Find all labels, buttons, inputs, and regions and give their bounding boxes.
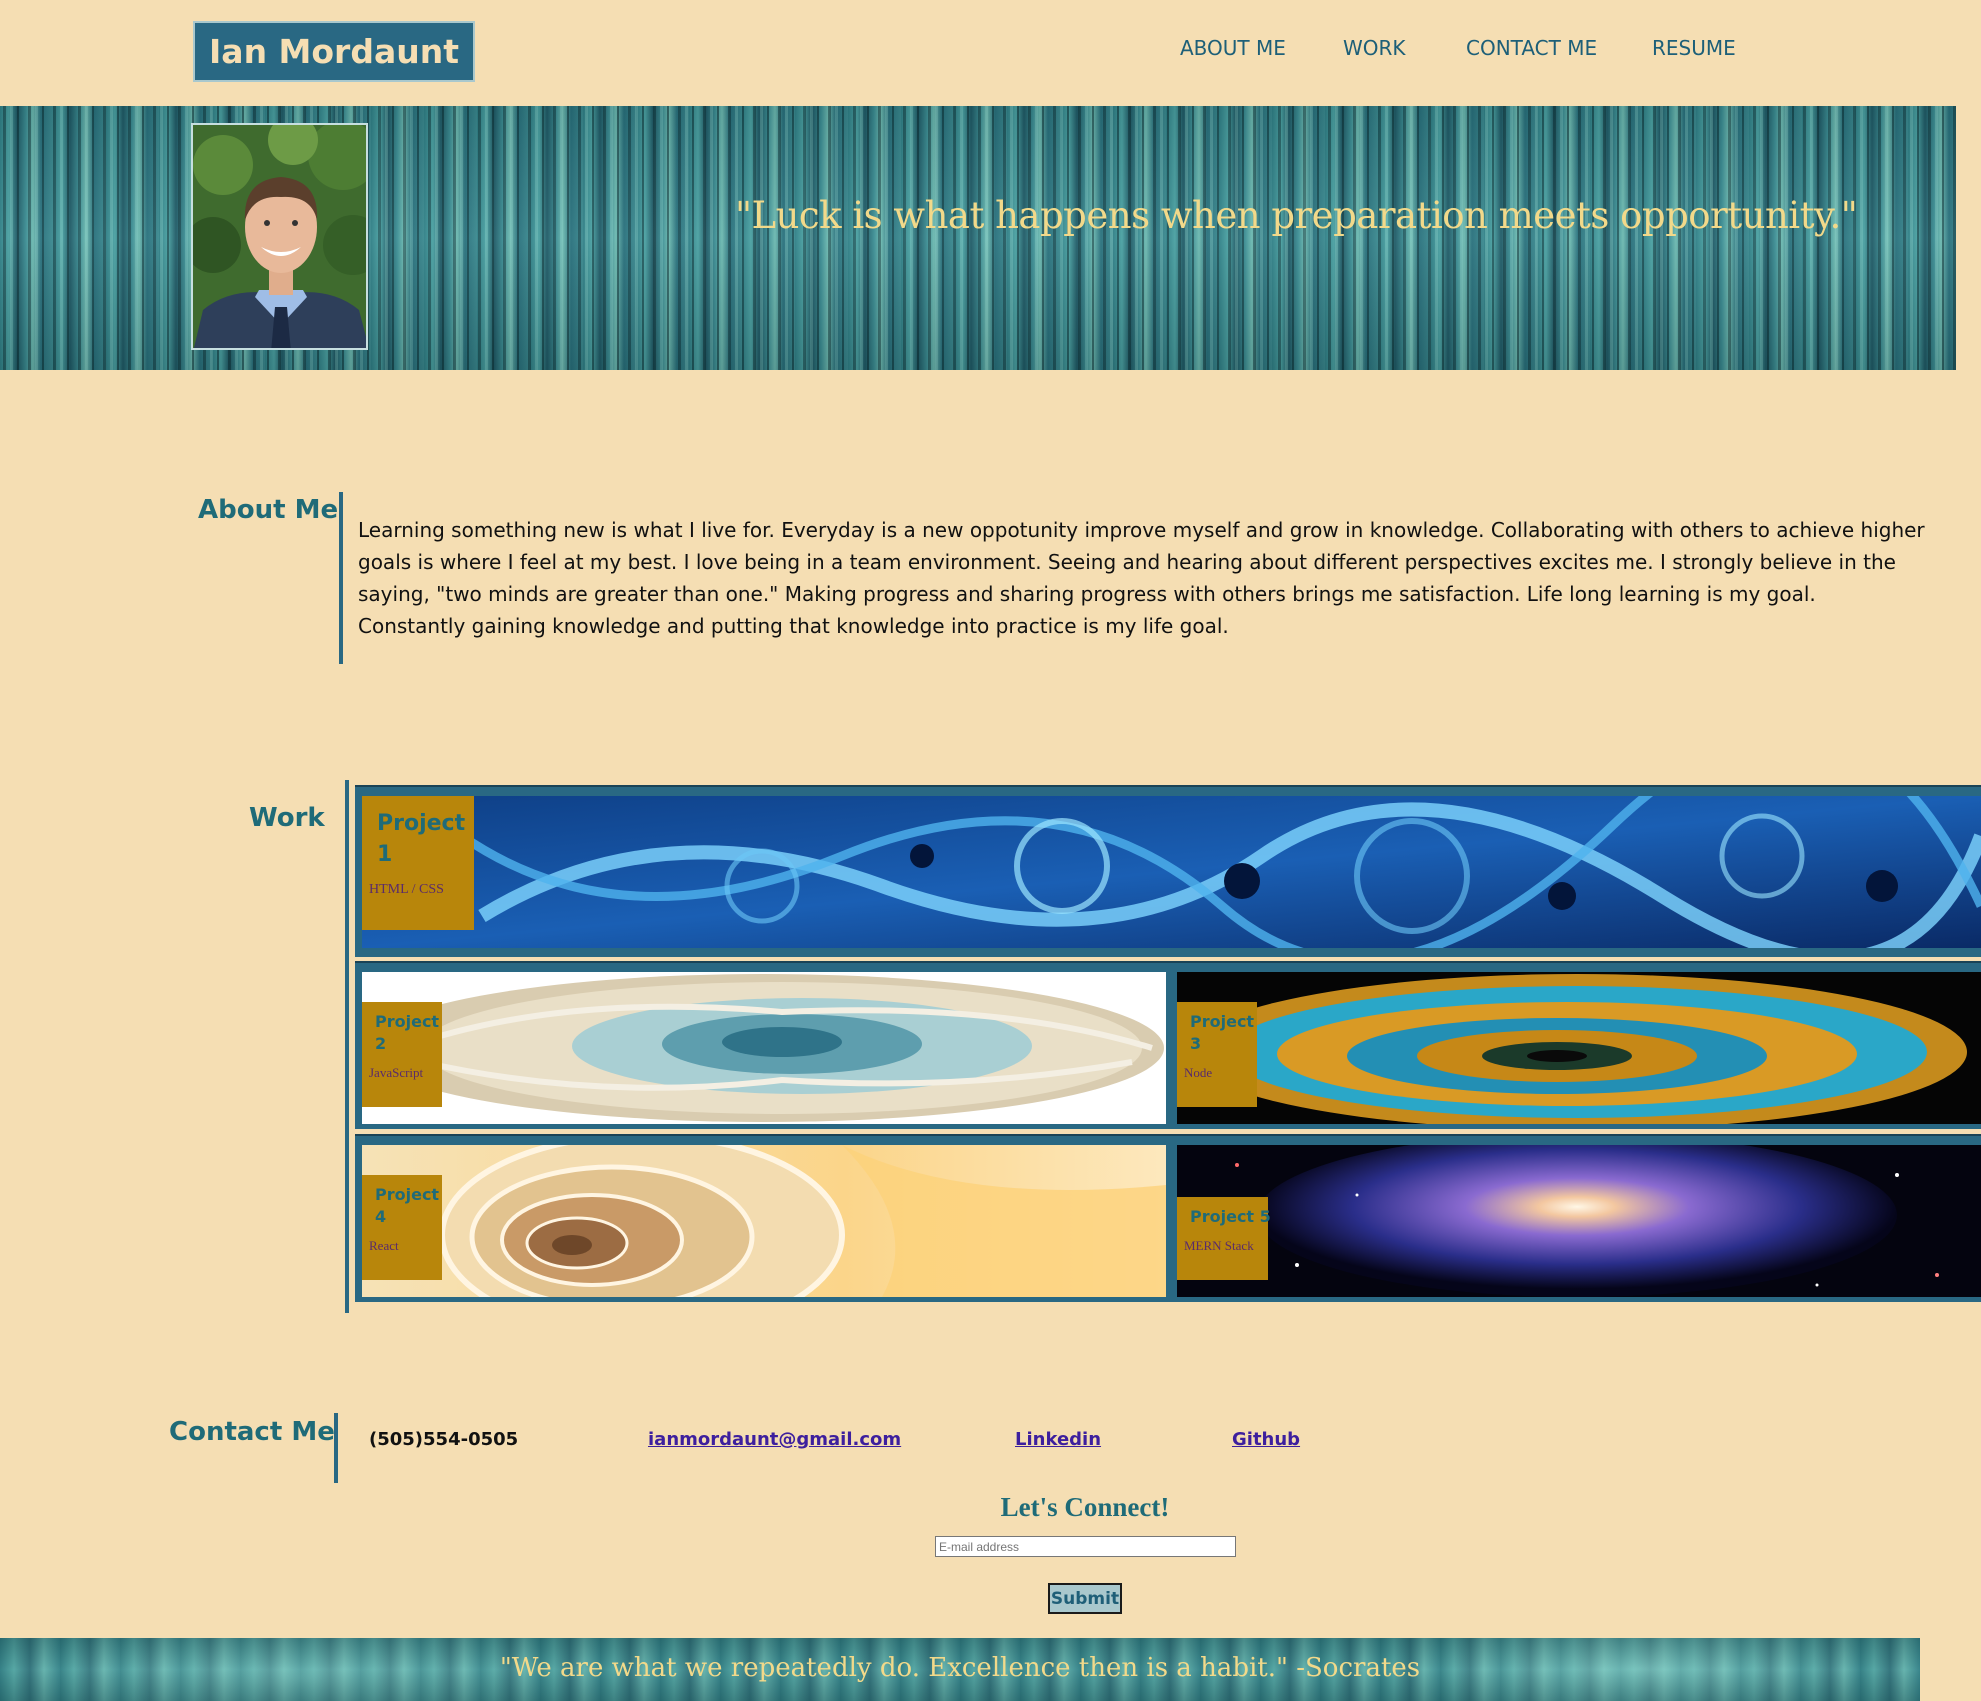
footer-quote: "We are what we repeatedly do. Excellenc…: [499, 1653, 1421, 1683]
contact-phone: (505)554-0505: [369, 1429, 519, 1450]
work-row-3: Project 4 React Project 5 MERN Stack: [355, 1134, 1981, 1302]
contact-divider: [334, 1413, 338, 1483]
project-3-tech: Node: [1184, 1065, 1213, 1080]
about-text: Learning something new is what I live fo…: [358, 518, 1925, 638]
work-divider: [345, 780, 349, 1313]
contact-title: Contact Me: [169, 1417, 335, 1447]
project-4-card[interactable]: Project 4 React: [362, 1145, 1166, 1297]
project-2-image: [362, 972, 1166, 1124]
nav-about-me[interactable]: ABOUT ME: [1180, 36, 1286, 60]
project-4-label: Project 4 React: [362, 1175, 442, 1280]
project-1-label: Project 1 HTML / CSS: [362, 796, 474, 930]
project-2-tech: JavaScript: [369, 1065, 424, 1080]
project-5-card[interactable]: Project 5 MERN Stack: [1177, 1145, 1981, 1297]
nav-contact-me[interactable]: CONTACT ME: [1466, 36, 1597, 60]
project-5-tech: MERN Stack: [1184, 1238, 1254, 1253]
project-1-tech: HTML / CSS: [369, 882, 444, 897]
project-5-image: [1177, 1145, 1981, 1297]
project-1-card[interactable]: Project 1 HTML / CSS: [362, 796, 1981, 948]
project-2-card[interactable]: Project 2 JavaScript: [362, 972, 1166, 1124]
submit-button[interactable]: Submit: [1048, 1583, 1122, 1614]
site-logo[interactable]: Ian Mordaunt: [193, 21, 475, 82]
project-2-title: Project 2: [375, 1012, 440, 1053]
project-3-label: Project 3 Node: [1177, 1002, 1257, 1107]
contact-email-link[interactable]: ianmordaunt@gmail.com: [648, 1429, 901, 1450]
hero-banner: "Luck is what happens when preparation m…: [0, 106, 1956, 370]
project-1-title: Project 1: [377, 811, 466, 867]
nav-work[interactable]: WORK: [1343, 36, 1406, 60]
connect-title: Let's Connect!: [1000, 1492, 1170, 1522]
contact-linkedin-link[interactable]: Linkedin: [1015, 1429, 1101, 1450]
project-5-label: Project 5 MERN Stack: [1177, 1197, 1271, 1280]
project-5-title: Project 5: [1190, 1207, 1271, 1226]
project-3-image: [1177, 972, 1981, 1124]
project-4-title: Project 4: [375, 1185, 440, 1226]
about-divider: [339, 492, 343, 664]
project-4-image: [362, 1145, 1166, 1297]
project-4-tech: React: [369, 1238, 399, 1253]
about-title: About Me: [198, 495, 339, 525]
project-1-image: [362, 796, 1981, 948]
work-row-2: Project 2 JavaScript Project 3 Node: [355, 961, 1981, 1129]
project-3-title: Project 3: [1190, 1012, 1255, 1053]
work-row-1: Project 1 HTML / CSS: [355, 785, 1981, 957]
work-title: Work: [249, 803, 325, 833]
contact-github-link[interactable]: Github: [1232, 1429, 1300, 1450]
nav-resume[interactable]: RESUME: [1652, 36, 1736, 60]
profile-photo: [191, 123, 368, 350]
project-2-label: Project 2 JavaScript: [362, 1002, 442, 1107]
project-3-card[interactable]: Project 3 Node: [1177, 972, 1981, 1124]
email-field[interactable]: [935, 1536, 1236, 1557]
hero-quote: "Luck is what happens when preparation m…: [735, 194, 1858, 237]
